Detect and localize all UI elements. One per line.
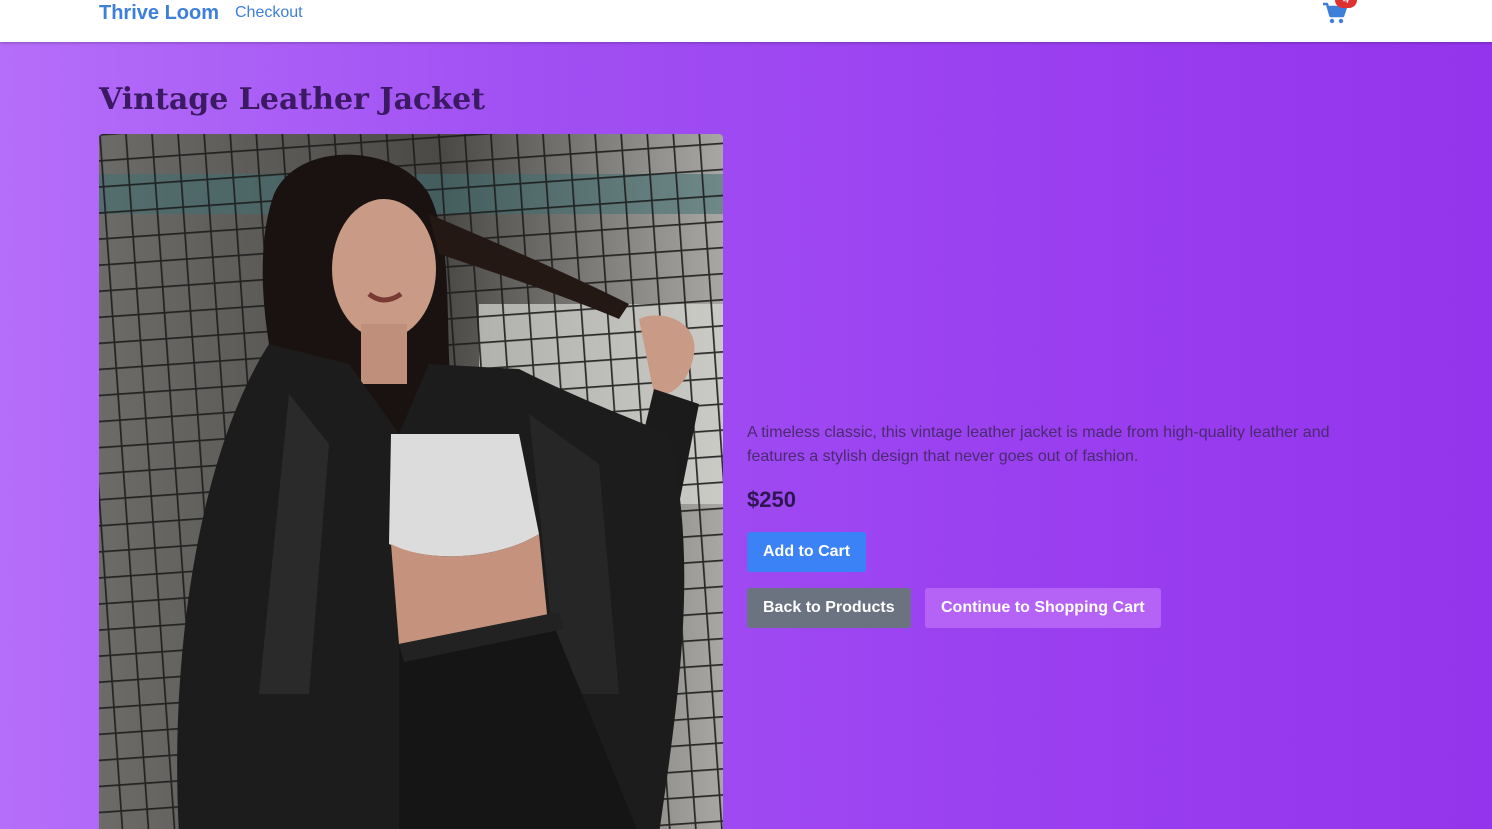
brand-logo-link[interactable]: Thrive Loom — [99, 1, 219, 25]
cart-button[interactable]: 4 — [1322, 0, 1357, 28]
product-description: A timeless classic, this vintage leather… — [747, 424, 1330, 465]
cart-count-badge: 4 — [1335, 0, 1357, 8]
continue-to-cart-button[interactable]: Continue to Shopping Cart — [925, 588, 1161, 628]
add-to-cart-button[interactable]: Add to Cart — [747, 532, 867, 572]
top-navbar: Thrive Loom Checkout 4 — [0, 0, 1492, 42]
product-photo — [99, 134, 723, 829]
product-image — [99, 134, 723, 829]
product-title: Vintage Leather Jacket — [99, 82, 486, 117]
back-to-products-button[interactable]: Back to Products — [747, 588, 911, 628]
nav-link-checkout[interactable]: Checkout — [235, 3, 303, 23]
product-price: $250 — [747, 487, 796, 512]
